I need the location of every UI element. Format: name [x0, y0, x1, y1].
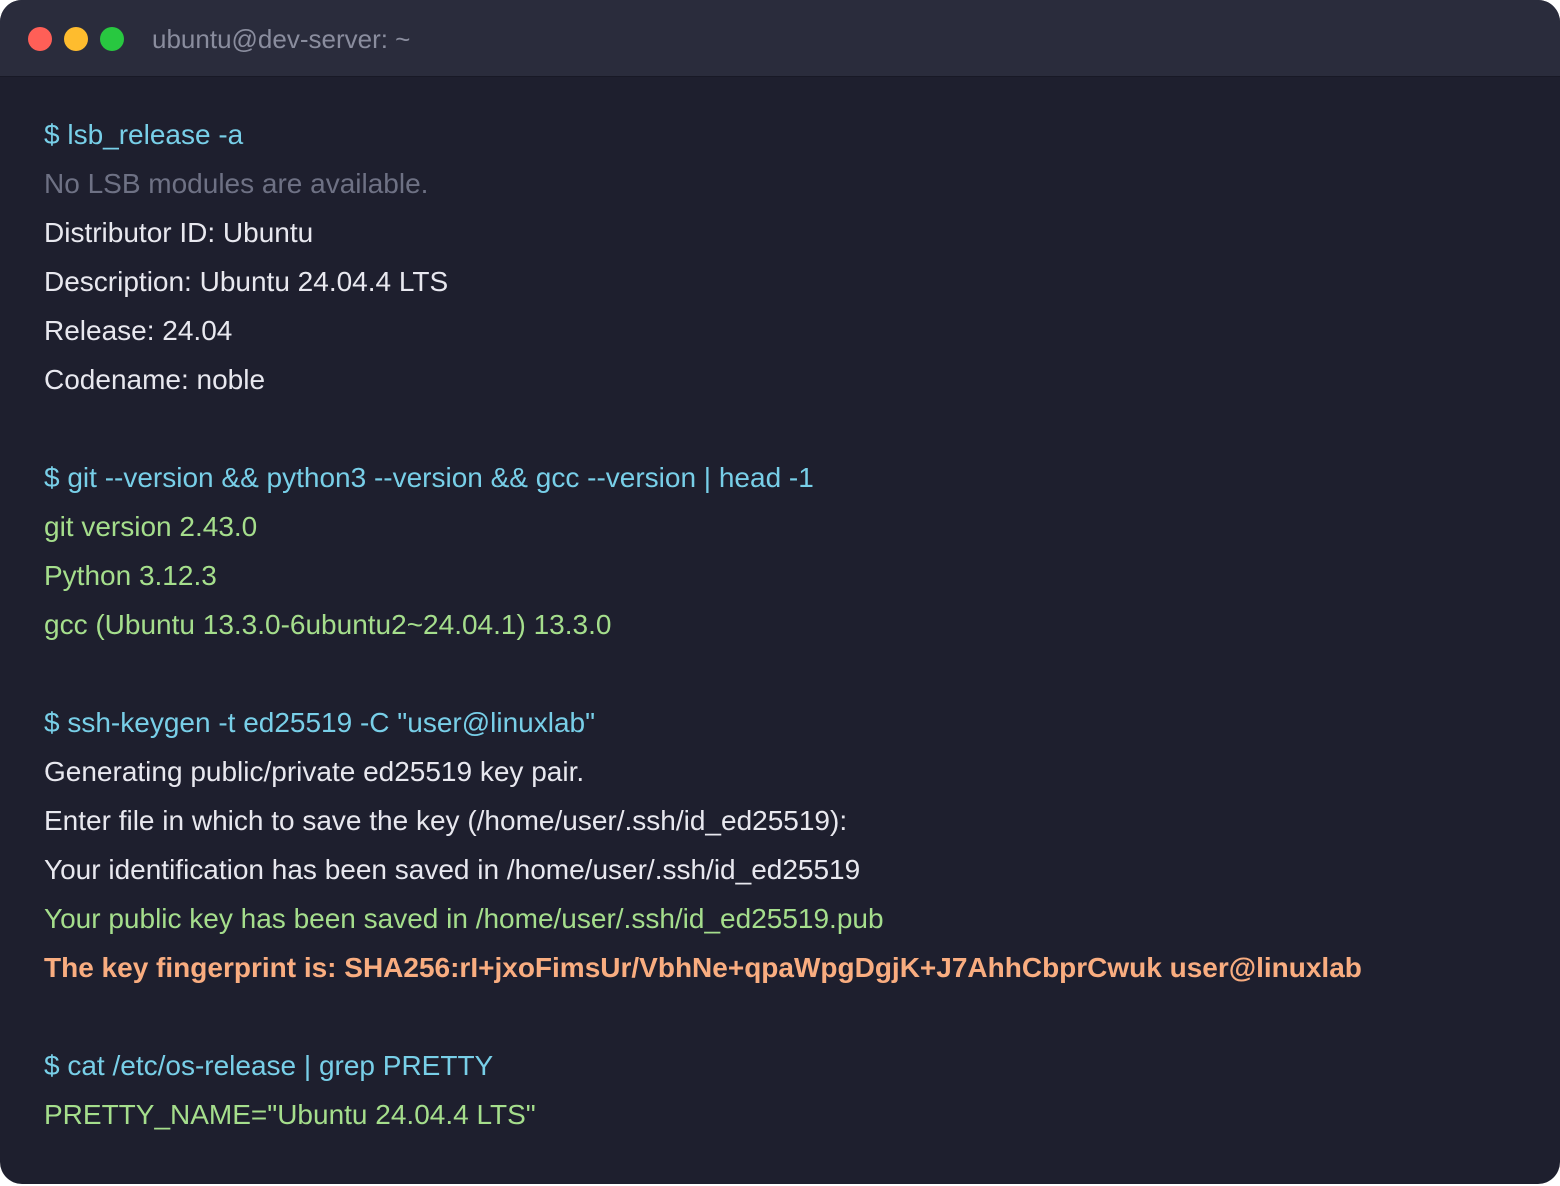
output-line: Distributor ID: Ubuntu	[44, 217, 314, 248]
terminal-window: ubuntu@dev-server: ~ $ lsb_release -a No…	[0, 0, 1560, 1184]
zoom-window-button[interactable]	[100, 27, 124, 51]
output-line: gcc (Ubuntu 13.3.0-6ubuntu2~24.04.1) 13.…	[44, 609, 612, 640]
terminal-output[interactable]: $ lsb_release -a No LSB modules are avai…	[44, 110, 1534, 1139]
fingerprint-line: The key fingerprint is: SHA256:rI+jxoFim…	[44, 952, 1362, 983]
close-window-button[interactable]	[28, 27, 52, 51]
command-line: $ lsb_release -a	[44, 119, 244, 150]
output-line: Python 3.12.3	[44, 560, 217, 591]
command-line: $ ssh-keygen -t ed25519 -C "user@linuxla…	[44, 707, 596, 738]
output-line: Generating public/private ed25519 key pa…	[44, 756, 585, 787]
output-line: Description: Ubuntu 24.04.4 LTS	[44, 266, 449, 297]
window-title: ubuntu@dev-server: ~	[152, 24, 411, 54]
output-line: PRETTY_NAME="Ubuntu 24.04.4 LTS"	[44, 1099, 536, 1130]
output-line: Enter file in which to save the key (/ho…	[44, 805, 848, 836]
output-line: Codename: noble	[44, 364, 266, 395]
output-line: Your public key has been saved in /home/…	[44, 903, 884, 934]
title-bar: ubuntu@dev-server: ~	[0, 0, 1560, 77]
output-line: No LSB modules are available.	[44, 168, 429, 199]
command-line: $ git --version && python3 --version && …	[44, 462, 814, 493]
output-line: git version 2.43.0	[44, 511, 258, 542]
output-line: Release: 24.04	[44, 315, 233, 346]
command-line: $ cat /etc/os-release | grep PRETTY	[44, 1050, 494, 1081]
minimize-window-button[interactable]	[64, 27, 88, 51]
output-line: Your identification has been saved in /h…	[44, 854, 861, 885]
